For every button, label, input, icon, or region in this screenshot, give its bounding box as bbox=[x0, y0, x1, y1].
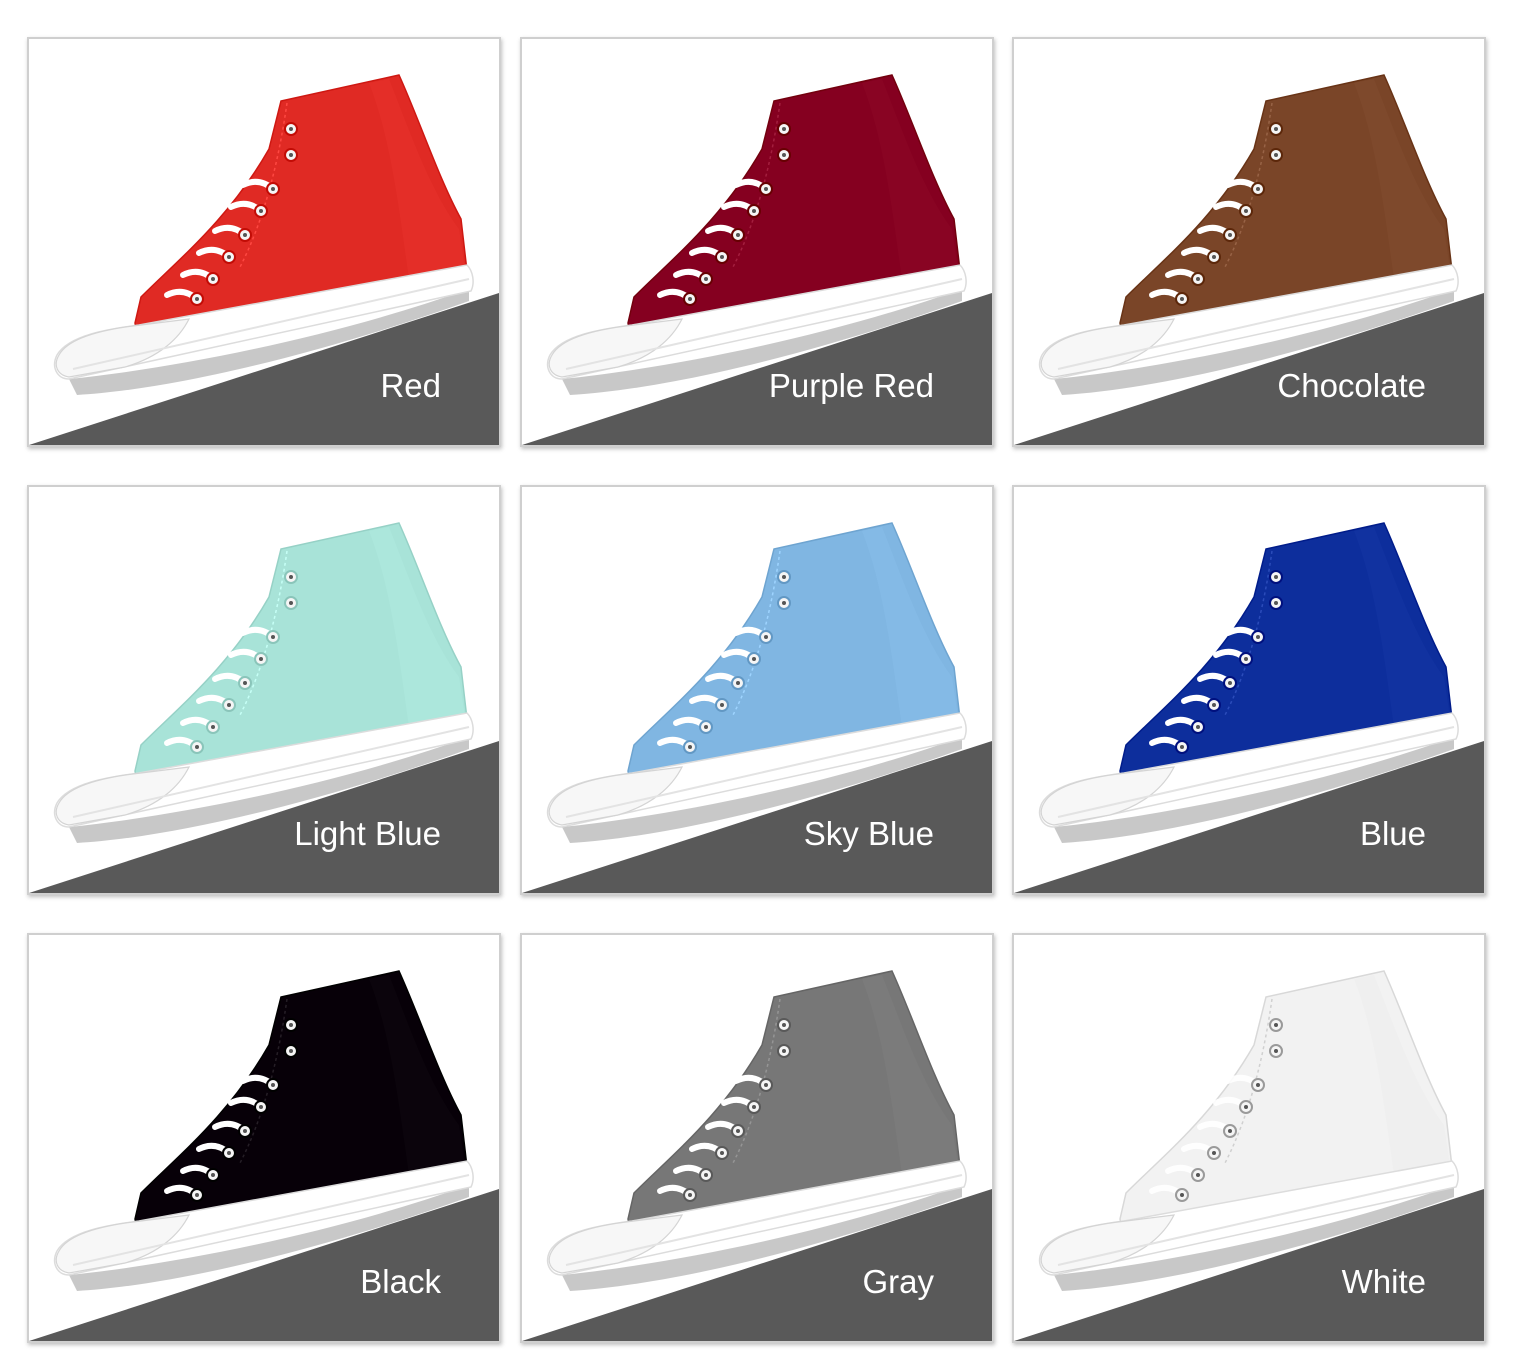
eyelet-hole bbox=[1196, 277, 1200, 281]
eyelet-hole bbox=[289, 1023, 293, 1027]
eyelet-hole bbox=[227, 1151, 231, 1155]
eyelet-hole bbox=[1212, 1151, 1216, 1155]
eyelet-hole bbox=[289, 575, 293, 579]
eyelet-hole bbox=[271, 187, 275, 191]
eyelet-hole bbox=[1274, 153, 1278, 157]
swatch-label: Black bbox=[360, 1263, 441, 1300]
eyelet-hole bbox=[1274, 1023, 1278, 1027]
eyelet-hole bbox=[1274, 601, 1278, 605]
swatch-label: Light Blue bbox=[294, 815, 441, 852]
eyelet-hole bbox=[704, 1173, 708, 1177]
eyelet-hole bbox=[243, 233, 247, 237]
eyelet-hole bbox=[1228, 233, 1232, 237]
eyelet-hole bbox=[289, 1049, 293, 1053]
swatch-card-sky-blue[interactable]: Sky Blue bbox=[520, 485, 994, 895]
eyelet-hole bbox=[1274, 575, 1278, 579]
eyelet-hole bbox=[195, 1193, 199, 1197]
eyelet-hole bbox=[782, 153, 786, 157]
swatch-label: Sky Blue bbox=[803, 815, 934, 852]
eyelet-hole bbox=[752, 657, 756, 661]
eyelet-hole bbox=[764, 635, 768, 639]
color-swatch-grid: Red Purple Red Chocolate Light Blue Sky … bbox=[0, 0, 1524, 1360]
swatch-card-gray[interactable]: Gray bbox=[520, 933, 994, 1343]
eyelet-hole bbox=[782, 575, 786, 579]
swatch-label: Chocolate bbox=[1277, 367, 1426, 404]
eyelet-hole bbox=[782, 1023, 786, 1027]
eyelet-hole bbox=[1256, 635, 1260, 639]
eyelet-hole bbox=[764, 1083, 768, 1087]
eyelet-hole bbox=[211, 1173, 215, 1177]
eyelet-hole bbox=[211, 725, 215, 729]
swatch-label: Blue bbox=[1359, 815, 1426, 852]
swatch-card-red[interactable]: Red bbox=[27, 37, 501, 447]
eyelet-hole bbox=[195, 297, 199, 301]
eyelet-hole bbox=[1212, 255, 1216, 259]
eyelet-hole bbox=[1212, 703, 1216, 707]
eyelet-hole bbox=[752, 1105, 756, 1109]
eyelet-hole bbox=[1244, 209, 1248, 213]
swatch-label: Gray bbox=[862, 1263, 934, 1300]
eyelet-hole bbox=[227, 255, 231, 259]
eyelet-hole bbox=[211, 277, 215, 281]
eyelet-hole bbox=[259, 657, 263, 661]
eyelet-hole bbox=[1244, 657, 1248, 661]
eyelet-hole bbox=[243, 681, 247, 685]
eyelet-hole bbox=[764, 187, 768, 191]
swatch-label: White bbox=[1341, 1263, 1426, 1300]
eyelet-hole bbox=[195, 745, 199, 749]
eyelet-hole bbox=[782, 1049, 786, 1053]
eyelet-hole bbox=[1196, 725, 1200, 729]
eyelet-hole bbox=[688, 297, 692, 301]
swatch-card-blue[interactable]: Blue bbox=[1012, 485, 1486, 895]
eyelet-hole bbox=[736, 681, 740, 685]
eyelet-hole bbox=[782, 601, 786, 605]
eyelet-hole bbox=[289, 127, 293, 131]
eyelet-hole bbox=[271, 1083, 275, 1087]
eyelet-hole bbox=[1180, 745, 1184, 749]
swatch-card-black[interactable]: Black bbox=[27, 933, 501, 1343]
eyelet-hole bbox=[1274, 127, 1278, 131]
eyelet-hole bbox=[720, 703, 724, 707]
eyelet-hole bbox=[752, 209, 756, 213]
eyelet-hole bbox=[1196, 1173, 1200, 1177]
eyelet-hole bbox=[688, 1193, 692, 1197]
eyelet-hole bbox=[688, 745, 692, 749]
eyelet-hole bbox=[1180, 297, 1184, 301]
eyelet-hole bbox=[259, 209, 263, 213]
eyelet-hole bbox=[720, 1151, 724, 1155]
swatch-label: Purple Red bbox=[768, 367, 934, 404]
eyelet-hole bbox=[289, 153, 293, 157]
eyelet-hole bbox=[259, 1105, 263, 1109]
eyelet-hole bbox=[243, 1129, 247, 1133]
eyelet-hole bbox=[704, 725, 708, 729]
swatch-card-light-blue[interactable]: Light Blue bbox=[27, 485, 501, 895]
eyelet-hole bbox=[736, 233, 740, 237]
eyelet-hole bbox=[1180, 1193, 1184, 1197]
eyelet-hole bbox=[227, 703, 231, 707]
swatch-card-white[interactable]: White bbox=[1012, 933, 1486, 1343]
eyelet-hole bbox=[1244, 1105, 1248, 1109]
eyelet-hole bbox=[720, 255, 724, 259]
swatch-card-chocolate[interactable]: Chocolate bbox=[1012, 37, 1486, 447]
eyelet-hole bbox=[704, 277, 708, 281]
eyelet-hole bbox=[1228, 1129, 1232, 1133]
eyelet-hole bbox=[289, 601, 293, 605]
eyelet-hole bbox=[1256, 187, 1260, 191]
eyelet-hole bbox=[1228, 681, 1232, 685]
swatch-card-purple-red[interactable]: Purple Red bbox=[520, 37, 994, 447]
eyelet-hole bbox=[782, 127, 786, 131]
swatch-label: Red bbox=[380, 367, 441, 404]
eyelet-hole bbox=[1274, 1049, 1278, 1053]
eyelet-hole bbox=[271, 635, 275, 639]
eyelet-hole bbox=[736, 1129, 740, 1133]
eyelet-hole bbox=[1256, 1083, 1260, 1087]
